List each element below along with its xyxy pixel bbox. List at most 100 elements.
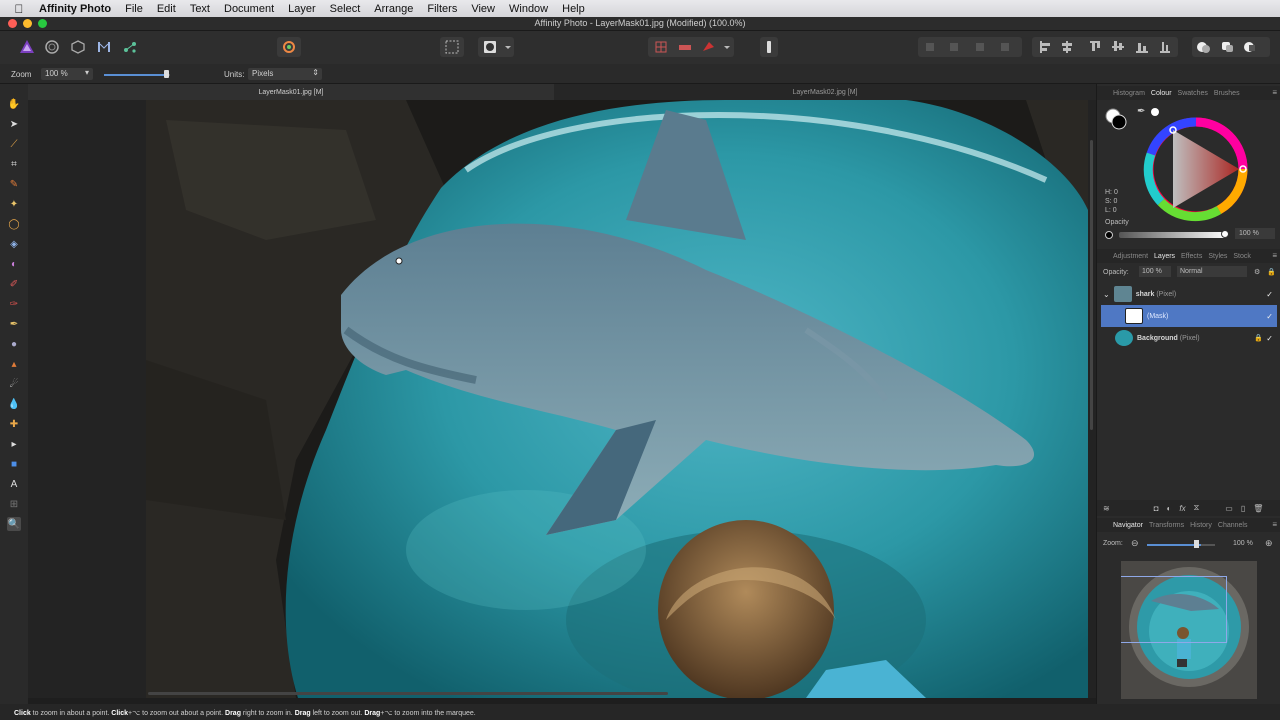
colour-opacity-field[interactable]: 100 % [1235, 228, 1275, 239]
opacity-slider-knob[interactable] [1221, 230, 1229, 238]
expand-chevron-icon[interactable]: ⌄ [1103, 290, 1110, 299]
erase-brush-tool-icon[interactable]: ✑ [7, 297, 21, 311]
blend-mode-select[interactable]: Normal [1177, 266, 1247, 277]
visibility-checkbox[interactable]: ✓ [1266, 290, 1273, 299]
menu-select[interactable]: Select [323, 3, 368, 15]
paint-brush-tool-icon[interactable]: ✐ [7, 277, 21, 291]
colour-wheel[interactable] [1141, 114, 1251, 229]
marquee-selection-icon[interactable] [440, 37, 464, 57]
document-canvas[interactable] [146, 100, 1088, 698]
liquify-persona-icon[interactable] [43, 38, 61, 56]
dodge-brush-tool-icon[interactable]: ✒ [7, 317, 21, 331]
apple-icon[interactable]:  [11, 2, 27, 16]
layer-row-background[interactable]: Background (Pixel) 🔒 ✓ [1101, 327, 1277, 349]
rectangle-tool-icon[interactable]: ■ [7, 457, 21, 471]
pen-tool-icon[interactable]: ▸ [7, 437, 21, 451]
zoom-slider[interactable] [104, 74, 170, 76]
visibility-checkbox[interactable]: ✓ [1266, 334, 1273, 343]
move-tool-icon[interactable]: ➤ [7, 117, 21, 131]
fill-stroke-swatch[interactable] [1105, 108, 1127, 130]
doc-tab-layermask01[interactable]: LayerMask01.jpg [M] [28, 84, 554, 100]
visibility-checkbox[interactable]: ✓ [1266, 312, 1273, 321]
tab-colour[interactable]: Colour [1151, 90, 1172, 97]
menu-view[interactable]: View [464, 3, 502, 15]
doc-tab-layermask02[interactable]: LayerMask02.jpg [M] [554, 84, 1096, 100]
gear-icon[interactable]: ⚙ [1254, 268, 1260, 276]
opacity-slider[interactable] [1119, 232, 1227, 238]
tab-history[interactable]: History [1190, 522, 1212, 529]
layer-row-shark[interactable]: ⌄ shark (Pixel) ✓ [1101, 283, 1277, 305]
layers-stack-icon[interactable]: ≋ [1103, 504, 1110, 513]
group-folder-icon[interactable]: ▭ [1225, 504, 1233, 513]
menu-document[interactable]: Document [217, 3, 281, 15]
tab-styles[interactable]: Styles [1208, 253, 1227, 260]
menu-filters[interactable]: Filters [420, 3, 464, 15]
tone-mapping-persona-icon[interactable] [95, 38, 113, 56]
menu-layer[interactable]: Layer [281, 3, 323, 15]
selection-brush-tool-icon[interactable]: ✎ [7, 177, 21, 191]
flood-fill-tool-icon[interactable]: ◈ [7, 237, 21, 251]
sharpen-brush-tool-icon[interactable]: 💧 [7, 397, 21, 411]
navigator-viewport-rect[interactable] [1121, 576, 1227, 643]
zoom-slider-knob[interactable] [164, 70, 169, 78]
tab-layers[interactable]: Layers [1154, 253, 1175, 260]
fx-icon[interactable]: fx [1179, 504, 1185, 513]
menu-text[interactable]: Text [183, 3, 217, 15]
zoom-field[interactable]: 100 % ▾ [41, 68, 93, 80]
flood-select-tool-icon[interactable]: ✦ [7, 197, 21, 211]
colour-picker-tool-icon[interactable]: ⟋ [7, 137, 21, 151]
clone-brush-tool-icon[interactable]: ● [7, 337, 21, 351]
navigator-zoom-slider[interactable] [1147, 544, 1201, 546]
export-persona-icon[interactable] [121, 38, 139, 56]
tab-navigator[interactable]: Navigator [1113, 522, 1143, 529]
assistant-icon[interactable] [760, 37, 778, 57]
gradient-tool-icon[interactable]: ◐ [7, 257, 21, 271]
live-filter-icon[interactable]: ⧖ [1194, 503, 1200, 513]
text-tool-icon[interactable]: A [7, 477, 21, 491]
horizontal-scrollbar[interactable] [148, 692, 668, 695]
menu-window[interactable]: Window [502, 3, 555, 15]
units-select[interactable]: Pixels ⇕ [248, 68, 322, 80]
blur-brush-tool-icon[interactable]: ☄ [7, 377, 21, 391]
tab-histogram[interactable]: Histogram [1113, 90, 1145, 97]
canvas-area[interactable] [28, 100, 1096, 698]
photo-persona-icon[interactable] [18, 38, 36, 56]
quick-mask-button[interactable] [478, 37, 514, 57]
zoom-tool-icon[interactable]: 🔍 [7, 517, 21, 531]
tab-transforms[interactable]: Transforms [1149, 522, 1184, 529]
menu-arrange[interactable]: Arrange [367, 3, 420, 15]
tab-channels[interactable]: Channels [1218, 522, 1248, 529]
tab-stock[interactable]: Stock [1233, 253, 1251, 260]
panel-menu-icon[interactable]: ≡ [1272, 251, 1277, 260]
navigator-zoom-knob[interactable] [1194, 540, 1199, 548]
menu-help[interactable]: Help [555, 3, 592, 15]
mask-layer-icon[interactable]: ◘ [1154, 504, 1159, 513]
lock-icon[interactable]: 🔒 [1267, 268, 1276, 276]
colour-wheel-button[interactable] [277, 37, 301, 57]
layer-row-mask[interactable]: (Mask) ✓ [1101, 305, 1277, 327]
mesh-warp-tool-icon[interactable]: ⊞ [7, 497, 21, 511]
navigator-preview[interactable] [1121, 561, 1257, 699]
zoom-in-icon[interactable]: ⊕ [1265, 538, 1273, 549]
smudge-brush-tool-icon[interactable]: ▴ [7, 357, 21, 371]
tab-adjustment[interactable]: Adjustment [1113, 253, 1148, 260]
panel-menu-icon[interactable]: ≡ [1272, 88, 1277, 97]
trash-icon[interactable]: 🗑 [1253, 504, 1263, 513]
vertical-scrollbar[interactable] [1090, 140, 1093, 430]
layer-opacity-field[interactable]: 100 % [1139, 266, 1171, 277]
lock-icon[interactable]: 🔒 [1254, 334, 1263, 342]
menu-app-name[interactable]: Affinity Photo [27, 3, 118, 15]
zoom-out-icon[interactable]: ⊖ [1131, 538, 1139, 549]
tab-swatches[interactable]: Swatches [1178, 90, 1208, 97]
adjustment-icon[interactable]: ◐ [1167, 504, 1172, 513]
add-layer-icon[interactable]: ▯ [1241, 504, 1245, 513]
tab-effects[interactable]: Effects [1181, 253, 1202, 260]
crop-tool-icon[interactable]: ⌗ [7, 157, 21, 171]
marquee-tool-icon[interactable]: ◯ [7, 217, 21, 231]
develop-persona-icon[interactable] [69, 38, 87, 56]
menu-edit[interactable]: Edit [150, 3, 183, 15]
inpainting-brush-tool-icon[interactable]: ✚ [7, 417, 21, 431]
panel-menu-icon[interactable]: ≡ [1272, 520, 1277, 529]
menu-file[interactable]: File [118, 3, 150, 15]
tab-brushes[interactable]: Brushes [1214, 90, 1240, 97]
